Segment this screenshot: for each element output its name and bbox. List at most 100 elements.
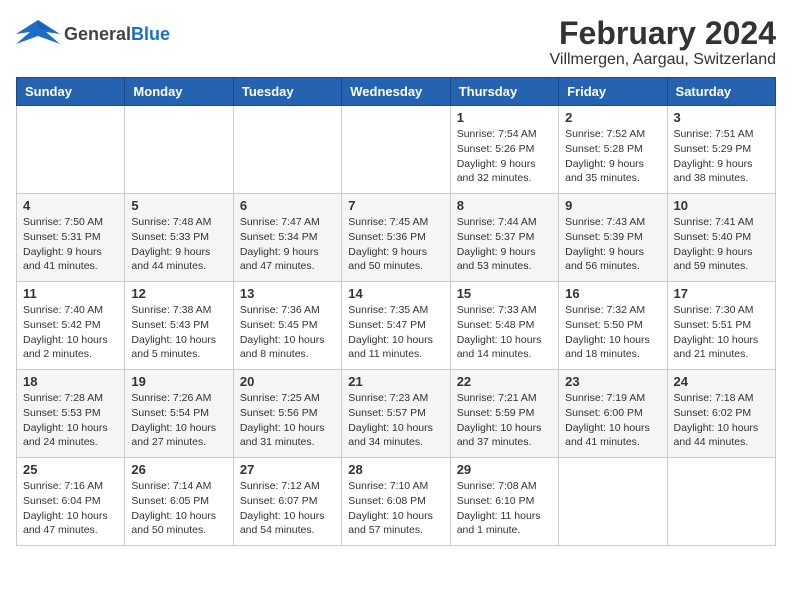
calendar-day <box>17 106 125 194</box>
day-info: Sunrise: 7:08 AM Sunset: 6:10 PM Dayligh… <box>457 479 552 538</box>
day-number: 15 <box>457 286 552 301</box>
day-number: 16 <box>565 286 660 301</box>
day-header-monday: Monday <box>125 78 233 106</box>
page-subtitle: Villmergen, Aargau, Switzerland <box>550 51 777 69</box>
calendar-day: 14Sunrise: 7:35 AM Sunset: 5:47 PM Dayli… <box>342 282 450 370</box>
calendar-day: 8 Sunrise: 7:44 AM Sunset: 5:37 PM Daylig… <box>450 194 558 282</box>
day-info: Sunrise: 7:12 AM Sunset: 6:07 PM Dayligh… <box>240 479 335 538</box>
day-info: Sunrise: 7:21 AM Sunset: 5:59 PM Dayligh… <box>457 391 552 450</box>
day-number: 27 <box>240 462 335 477</box>
day-number: 1 <box>457 110 552 125</box>
calendar-day: 1 Sunrise: 7:54 AM Sunset: 5:26 PM Daylig… <box>450 106 558 194</box>
calendar-day: 2 Sunrise: 7:52 AM Sunset: 5:28 PM Daylig… <box>559 106 667 194</box>
calendar-day: 26 Sunrise: 7:14 AM Sunset: 6:05 PM Dayli… <box>125 458 233 546</box>
calendar-day: 7 Sunrise: 7:45 AM Sunset: 5:36 PM Daylig… <box>342 194 450 282</box>
day-info: Sunrise: 7:47 AM Sunset: 5:34 PM Dayligh… <box>240 215 335 274</box>
calendar-week-3: 11 Sunrise: 7:40 AM Sunset: 5:42 PM Dayli… <box>17 282 776 370</box>
calendar-day: 17Sunrise: 7:30 AM Sunset: 5:51 PM Dayli… <box>667 282 775 370</box>
calendar-day: 29 Sunrise: 7:08 AM Sunset: 6:10 PM Dayli… <box>450 458 558 546</box>
calendar-day: 23Sunrise: 7:19 AM Sunset: 6:00 PM Dayli… <box>559 370 667 458</box>
calendar-day: 13Sunrise: 7:36 AM Sunset: 5:45 PM Dayli… <box>233 282 341 370</box>
calendar-week-2: 4 Sunrise: 7:50 AM Sunset: 5:31 PM Daylig… <box>17 194 776 282</box>
calendar-day: 19Sunrise: 7:26 AM Sunset: 5:54 PM Dayli… <box>125 370 233 458</box>
logo-bird-icon <box>16 16 60 54</box>
calendar-week-1: 1 Sunrise: 7:54 AM Sunset: 5:26 PM Daylig… <box>17 106 776 194</box>
calendar-day: 4 Sunrise: 7:50 AM Sunset: 5:31 PM Daylig… <box>17 194 125 282</box>
day-info: Sunrise: 7:44 AM Sunset: 5:37 PM Dayligh… <box>457 215 552 274</box>
day-number: 7 <box>348 198 443 213</box>
day-info: Sunrise: 7:54 AM Sunset: 5:26 PM Dayligh… <box>457 127 552 186</box>
day-info: Sunrise: 7:52 AM Sunset: 5:28 PM Dayligh… <box>565 127 660 186</box>
calendar-week-5: 25 Sunrise: 7:16 AM Sunset: 6:04 PM Dayli… <box>17 458 776 546</box>
day-info: Sunrise: 7:51 AM Sunset: 5:29 PM Dayligh… <box>674 127 769 186</box>
day-info: Sunrise: 7:26 AM Sunset: 5:54 PM Dayligh… <box>131 391 226 450</box>
calendar-day <box>233 106 341 194</box>
page-header: GeneralBlue February 2024 Villmergen, Aa… <box>16 16 776 69</box>
day-header-tuesday: Tuesday <box>233 78 341 106</box>
calendar-day: 24Sunrise: 7:18 AM Sunset: 6:02 PM Dayli… <box>667 370 775 458</box>
calendar-day <box>125 106 233 194</box>
logo-blue: Blue <box>131 24 170 44</box>
day-number: 10 <box>674 198 769 213</box>
calendar-day: 27 Sunrise: 7:12 AM Sunset: 6:07 PM Dayli… <box>233 458 341 546</box>
day-number: 4 <box>23 198 118 213</box>
logo-general: General <box>64 24 131 44</box>
day-info: Sunrise: 7:28 AM Sunset: 5:53 PM Dayligh… <box>23 391 118 450</box>
title-block: February 2024 Villmergen, Aargau, Switze… <box>550 16 777 69</box>
day-info: Sunrise: 7:40 AM Sunset: 5:42 PM Dayligh… <box>23 303 118 362</box>
day-header-wednesday: Wednesday <box>342 78 450 106</box>
calendar-table: SundayMondayTuesdayWednesdayThursdayFrid… <box>16 77 776 546</box>
day-info: Sunrise: 7:23 AM Sunset: 5:57 PM Dayligh… <box>348 391 443 450</box>
day-info: Sunrise: 7:32 AM Sunset: 5:50 PM Dayligh… <box>565 303 660 362</box>
day-number: 29 <box>457 462 552 477</box>
calendar-day: 16 Sunrise: 7:32 AM Sunset: 5:50 PM Dayli… <box>559 282 667 370</box>
calendar-day: 9Sunrise: 7:43 AM Sunset: 5:39 PM Daylig… <box>559 194 667 282</box>
day-number: 9 <box>565 198 660 213</box>
day-number: 17 <box>674 286 769 301</box>
day-number: 23 <box>565 374 660 389</box>
day-info: Sunrise: 7:16 AM Sunset: 6:04 PM Dayligh… <box>23 479 118 538</box>
day-number: 6 <box>240 198 335 213</box>
calendar-day: 3Sunrise: 7:51 AM Sunset: 5:29 PM Daylig… <box>667 106 775 194</box>
calendar-week-4: 18 Sunrise: 7:28 AM Sunset: 5:53 PM Dayli… <box>17 370 776 458</box>
calendar-day <box>559 458 667 546</box>
calendar-day: 12 Sunrise: 7:38 AM Sunset: 5:43 PM Dayli… <box>125 282 233 370</box>
calendar-header-row: SundayMondayTuesdayWednesdayThursdayFrid… <box>17 78 776 106</box>
calendar-day: 6 Sunrise: 7:47 AM Sunset: 5:34 PM Daylig… <box>233 194 341 282</box>
day-number: 21 <box>348 374 443 389</box>
day-info: Sunrise: 7:41 AM Sunset: 5:40 PM Dayligh… <box>674 215 769 274</box>
day-number: 8 <box>457 198 552 213</box>
calendar-day: 28Sunrise: 7:10 AM Sunset: 6:08 PM Dayli… <box>342 458 450 546</box>
day-number: 2 <box>565 110 660 125</box>
day-number: 26 <box>131 462 226 477</box>
day-number: 25 <box>23 462 118 477</box>
logo: GeneralBlue <box>16 16 170 54</box>
day-info: Sunrise: 7:50 AM Sunset: 5:31 PM Dayligh… <box>23 215 118 274</box>
logo-text: GeneralBlue <box>64 25 170 45</box>
day-info: Sunrise: 7:14 AM Sunset: 6:05 PM Dayligh… <box>131 479 226 538</box>
day-info: Sunrise: 7:33 AM Sunset: 5:48 PM Dayligh… <box>457 303 552 362</box>
day-header-friday: Friday <box>559 78 667 106</box>
day-header-sunday: Sunday <box>17 78 125 106</box>
calendar-day: 5 Sunrise: 7:48 AM Sunset: 5:33 PM Daylig… <box>125 194 233 282</box>
day-number: 13 <box>240 286 335 301</box>
day-number: 22 <box>457 374 552 389</box>
day-info: Sunrise: 7:38 AM Sunset: 5:43 PM Dayligh… <box>131 303 226 362</box>
calendar-day: 22 Sunrise: 7:21 AM Sunset: 5:59 PM Dayli… <box>450 370 558 458</box>
calendar-day: 25 Sunrise: 7:16 AM Sunset: 6:04 PM Dayli… <box>17 458 125 546</box>
calendar-day <box>667 458 775 546</box>
day-number: 18 <box>23 374 118 389</box>
day-number: 20 <box>240 374 335 389</box>
day-number: 11 <box>23 286 118 301</box>
day-header-thursday: Thursday <box>450 78 558 106</box>
calendar-day: 21 Sunrise: 7:23 AM Sunset: 5:57 PM Dayli… <box>342 370 450 458</box>
day-number: 14 <box>348 286 443 301</box>
page-title: February 2024 <box>550 16 777 51</box>
day-number: 12 <box>131 286 226 301</box>
day-info: Sunrise: 7:45 AM Sunset: 5:36 PM Dayligh… <box>348 215 443 274</box>
calendar-day <box>342 106 450 194</box>
day-number: 5 <box>131 198 226 213</box>
day-header-saturday: Saturday <box>667 78 775 106</box>
day-info: Sunrise: 7:18 AM Sunset: 6:02 PM Dayligh… <box>674 391 769 450</box>
day-info: Sunrise: 7:48 AM Sunset: 5:33 PM Dayligh… <box>131 215 226 274</box>
